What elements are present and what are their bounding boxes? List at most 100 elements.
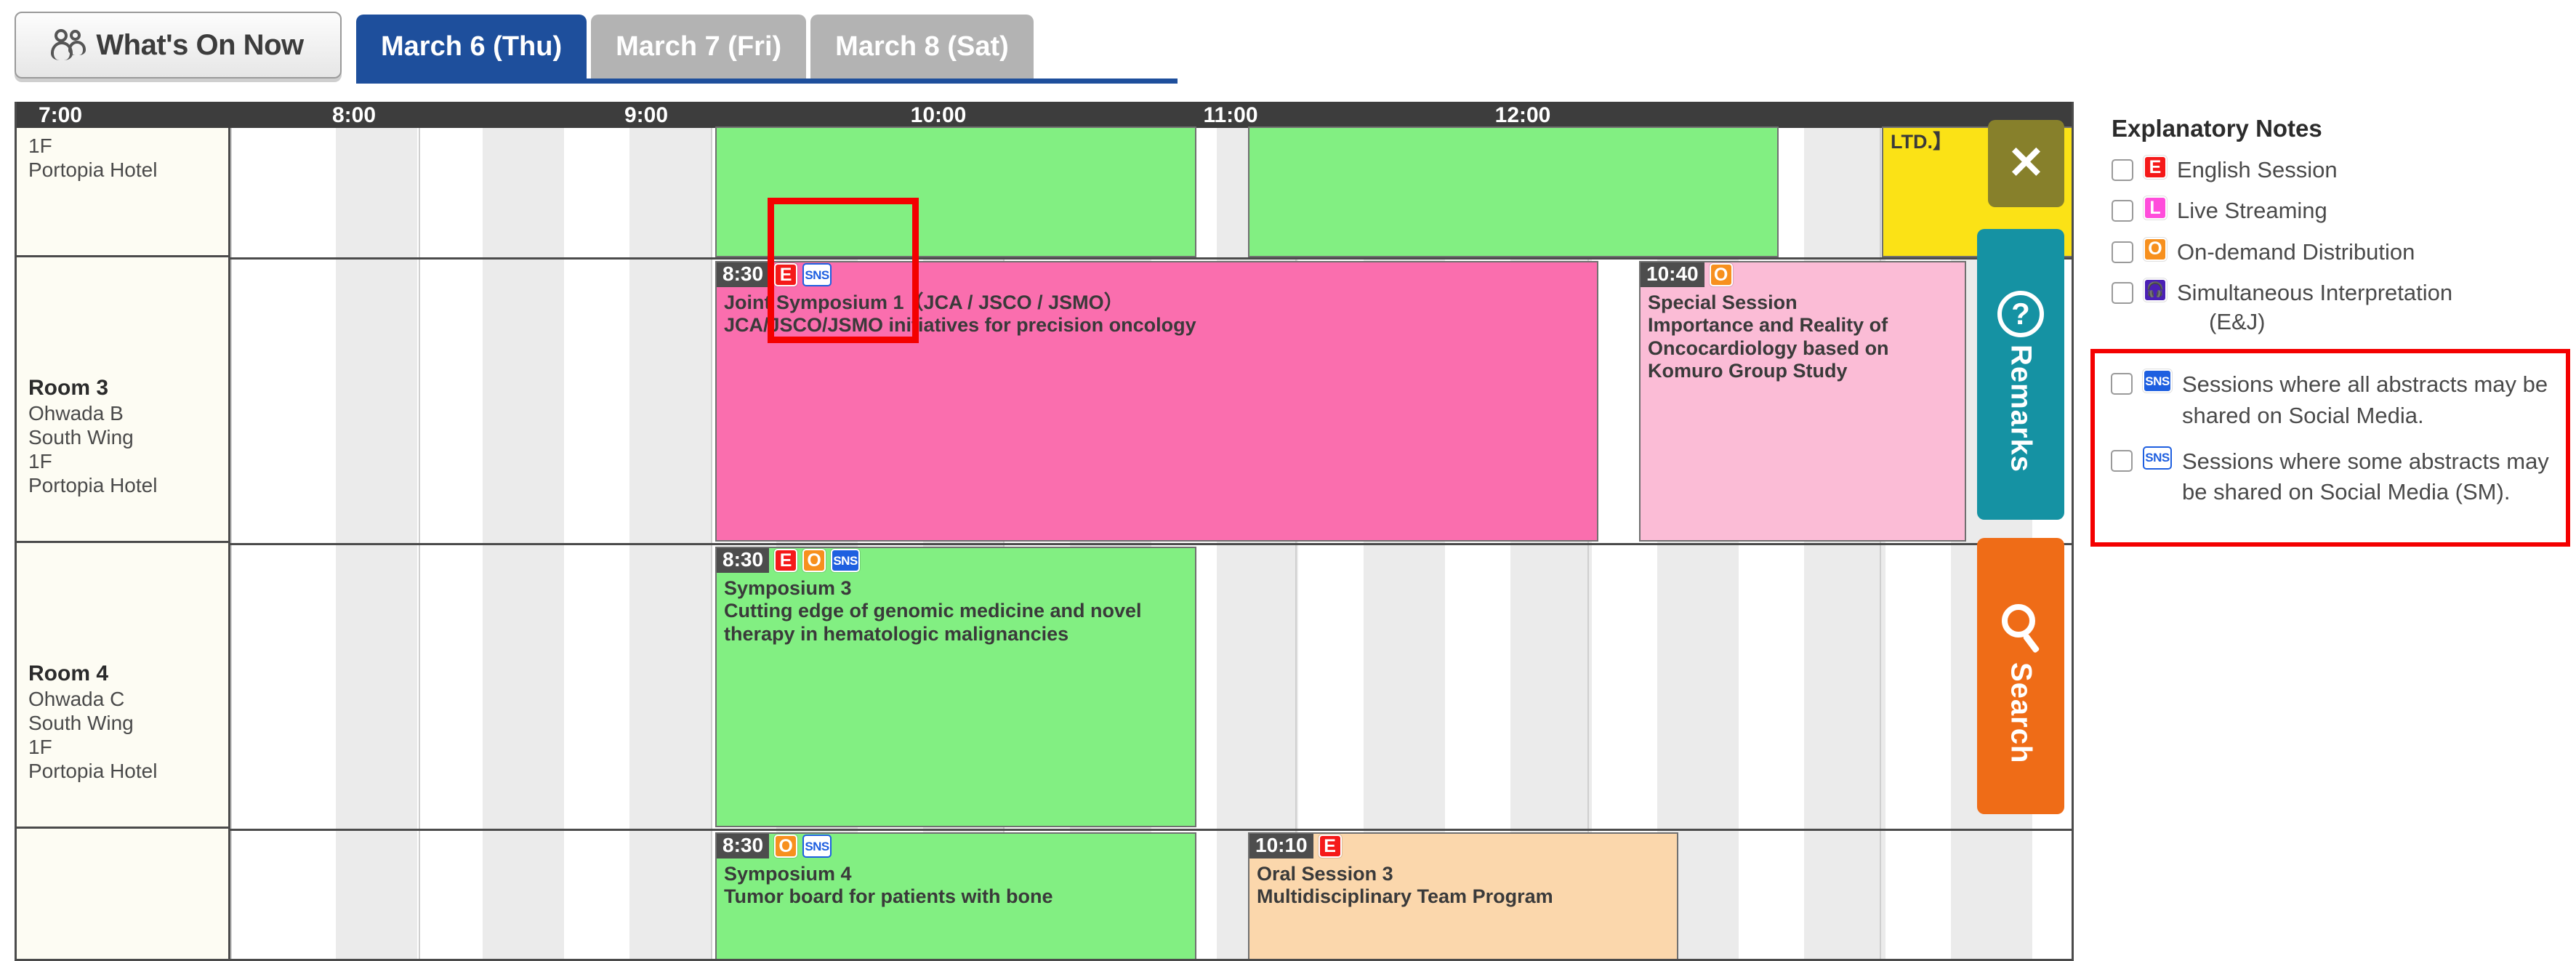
english-session-badge-icon: E: [2144, 156, 2167, 179]
top-bar: What's On Now March 6 (Thu) March 7 (Fri…: [0, 0, 2093, 96]
on-demand-badge-icon: O: [1709, 263, 1733, 286]
event-time: 8:30: [717, 548, 770, 573]
people-icon: [51, 29, 86, 61]
close-button[interactable]: ✕: [1988, 120, 2064, 207]
interpretation-headphones-icon: 🎧: [2144, 278, 2167, 302]
note-item-sns-some[interactable]: SNS Sessions where some abstracts may be…: [2111, 446, 2554, 509]
event-body: Oral Session 3 Multidisciplinary Team Pr…: [1249, 859, 1677, 909]
whats-on-now-label: What's On Now: [96, 28, 304, 61]
on-demand-badge-icon: O: [2144, 237, 2167, 261]
tab-march-8-label: March 8 (Sat): [835, 31, 1009, 62]
sns-some-checkbox[interactable]: [2111, 449, 2133, 472]
event-subtitle: Tumor board for patients with bone: [724, 885, 1053, 908]
event-subtitle: Cutting edge of genomic medicine and nov…: [724, 600, 1142, 645]
whats-on-now-button[interactable]: What's On Now: [15, 12, 342, 79]
note-item-live-streaming[interactable]: L Live Streaming: [2112, 196, 2569, 225]
tab-march-6-label: March 6 (Thu): [381, 31, 563, 62]
event-symposium-4[interactable]: 8:30 O SNS Symposium 4 Tumor board for p…: [715, 832, 1196, 959]
time-header: 7:00 8:00 9:00 10:00 11:00 12:00: [17, 102, 2072, 128]
sns-some-label: Sessions where some abstracts may be sha…: [2182, 448, 2549, 505]
note-item-on-demand[interactable]: O On-demand Distribution: [2112, 237, 2569, 267]
time-tick-1200: 12:00: [1494, 103, 1551, 127]
search-button[interactable]: Search: [1977, 538, 2064, 814]
time-tick-800: 8:00: [331, 103, 377, 127]
sns-some-badge-icon: SNS: [802, 835, 832, 858]
sns-some-badge-icon: SNS: [2143, 446, 2172, 470]
search-icon: [1997, 604, 2044, 655]
schedule-lanes: LTD.】 8:30 E SNS Joint Symposium 1（JCA /…: [230, 126, 2072, 959]
tab-march-6[interactable]: March 6 (Thu): [356, 15, 587, 79]
on-demand-label: On-demand Distribution: [2177, 238, 2415, 265]
note-item-sns-all[interactable]: SNS Sessions where all abstracts may be …: [2111, 369, 2554, 432]
event-body: Special Session Importance and Reality o…: [1641, 287, 1965, 382]
event-time: 10:40: [1641, 262, 1704, 287]
on-demand-checkbox[interactable]: [2112, 241, 2133, 263]
interpretation-label: Simultaneous Interpretation (E&J): [2177, 278, 2452, 337]
tab-underline: [356, 79, 1178, 84]
tab-march-8[interactable]: March 8 (Sat): [810, 15, 1034, 79]
english-session-checkbox[interactable]: [2112, 159, 2133, 181]
close-icon: ✕: [2007, 138, 2045, 188]
note-item-english-session[interactable]: E English Session: [2112, 156, 2569, 185]
english-session-label: English Session: [2177, 157, 2338, 182]
tab-march-7[interactable]: March 7 (Fri): [591, 15, 807, 79]
annotation-highlight-rect: [768, 198, 919, 343]
remarks-label: Remarks: [2005, 344, 2037, 473]
event-time: 8:30: [717, 262, 770, 287]
day-tabs: March 6 (Thu) March 7 (Fri) March 8 (Sat…: [356, 15, 1034, 79]
on-demand-badge-icon: O: [774, 835, 798, 858]
room-column: 1F Portopia Hotel Room 3 Ohwada B South Wi…: [17, 128, 230, 959]
live-streaming-checkbox[interactable]: [2112, 200, 2133, 222]
schedule-grid: 7:00 8:00 9:00 10:00 11:00 12:00 1F Porto…: [15, 102, 2074, 961]
english-session-badge-icon: E: [774, 549, 798, 572]
tab-march-7-label: March 7 (Fri): [616, 31, 782, 62]
live-streaming-label: Live Streaming: [2177, 198, 2327, 224]
time-tick-1100: 11:00: [1203, 103, 1258, 127]
on-demand-badge-icon: O: [802, 549, 826, 572]
live-streaming-badge-icon: L: [2144, 196, 2167, 220]
time-tick-900: 9:00: [624, 103, 669, 127]
event-time: 10:10: [1249, 834, 1313, 859]
room-0-sub: 1F Portopia Hotel: [28, 134, 158, 182]
event-time: 8:30: [717, 834, 770, 859]
event-subtitle: Importance and Reality of Oncocardiology…: [1648, 314, 1889, 382]
event-symposium-3[interactable]: 8:30 E O SNS Symposium 3 Cutting edge of…: [715, 547, 1196, 827]
event-header: 10:40 O: [1641, 262, 1965, 287]
event-special-session[interactable]: 10:40 O Special Session Importance and R…: [1639, 261, 1966, 542]
event-header: 10:10 E: [1249, 834, 1677, 859]
event-title: Oral Session 3: [1257, 863, 1393, 885]
english-session-badge-icon: E: [1318, 835, 1342, 858]
room-cell-room-3: Room 3 Ohwada B South Wing 1F Portopia Hote…: [17, 260, 228, 543]
room-3-name: Room 3: [28, 376, 109, 400]
room-cell-room-4: Room 4 Ohwada C South Wing 1F Portopia Hote…: [17, 545, 228, 829]
event-header: 8:30 E O SNS: [717, 548, 1195, 573]
note-item-interpretation[interactable]: 🎧 Simultaneous Interpretation (E&J): [2112, 278, 2569, 337]
event-subtitle: Multidisciplinary Team Program: [1257, 885, 1553, 908]
interpretation-label-line1: Simultaneous Interpretation: [2177, 279, 2453, 305]
interpretation-label-line2: (E&J): [2209, 309, 2266, 335]
event-header: 8:30 O SNS: [717, 834, 1195, 859]
event-title: Symposium 4: [724, 863, 852, 885]
event-title: Special Session: [1648, 291, 1798, 313]
room-3-sub: Ohwada B South Wing 1F Portopia Hotel: [28, 401, 158, 496]
room-cell-0: 1F Portopia Hotel: [17, 128, 228, 257]
event-oral-session-3[interactable]: 10:10 E Oral Session 3 Multidisciplinary…: [1248, 832, 1678, 959]
time-tick-1000: 10:00: [910, 103, 967, 127]
event-body: Symposium 4 Tumor board for patients wit…: [717, 859, 1195, 909]
event-title: Symposium 3: [724, 577, 852, 599]
question-mark-icon: ?: [1997, 290, 2044, 337]
event-body: Symposium 3 Cutting edge of genomic medi…: [717, 573, 1195, 646]
explanatory-notes-title: Explanatory Notes: [2112, 115, 2322, 142]
sns-all-badge-icon: SNS: [831, 549, 861, 572]
interpretation-checkbox[interactable]: [2112, 281, 2133, 304]
sns-all-label: Sessions where all abstracts may be shar…: [2182, 371, 2548, 428]
sns-all-checkbox[interactable]: [2111, 373, 2133, 395]
explanatory-notes-panel: Explanatory Notes E English Session L Li…: [2112, 115, 2569, 348]
room-4-name: Room 4: [28, 662, 109, 685]
room-4-sub: Ohwada C South Wing 1F Portopia Hotel: [28, 687, 158, 782]
remarks-button[interactable]: ? Remarks: [1977, 229, 2064, 520]
time-tick-700: 7:00: [38, 103, 83, 127]
sns-notes-highlight-box: SNS Sessions where all abstracts may be …: [2090, 349, 2570, 547]
search-label: Search: [2005, 662, 2037, 764]
event-row0-green-b[interactable]: [1248, 126, 1779, 257]
